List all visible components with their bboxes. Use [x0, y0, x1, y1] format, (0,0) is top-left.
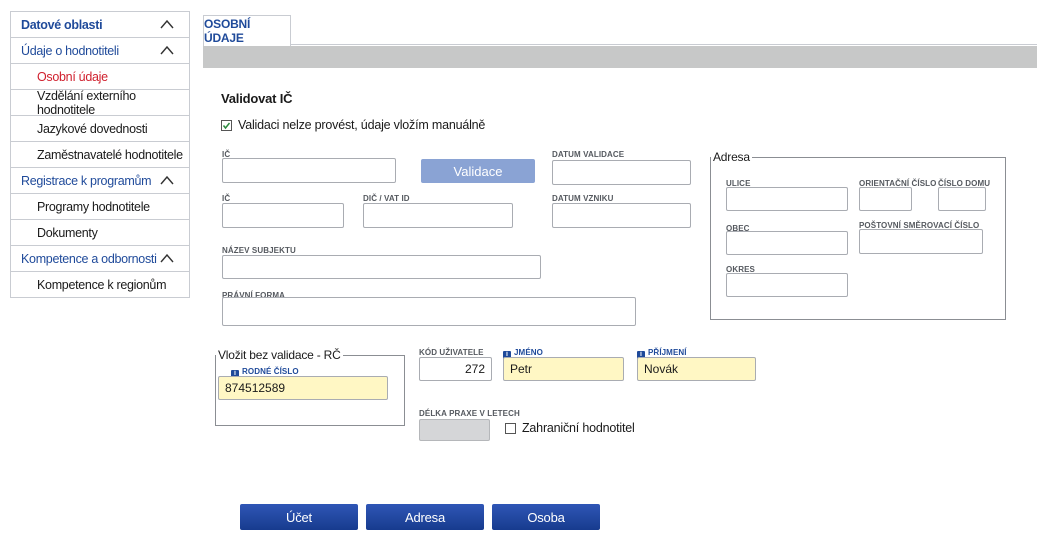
chevron-up-icon[interactable]: [159, 252, 175, 264]
sidebar-item-kompetence[interactable]: Kompetence a odbornosti: [11, 246, 189, 272]
dic-label: DIČ / VAT ID: [363, 194, 410, 203]
toolbar-strip: [203, 46, 1037, 68]
obec-input[interactable]: [726, 231, 848, 255]
cislo-domu-input[interactable]: [938, 187, 986, 211]
sidebar-item-label: Dokumenty: [37, 225, 98, 240]
psc-input[interactable]: [859, 229, 983, 254]
sidebar-item-osobni-udaje[interactable]: Osobní údaje: [11, 64, 189, 90]
ulice-input[interactable]: [726, 187, 848, 211]
rc-legend: Vložit bez validace - RČ: [218, 348, 341, 362]
datum-vzniku-label: DATUM VZNIKU: [552, 194, 614, 203]
manual-validation-checkbox[interactable]: Validaci nelze provést, údaje vložím man…: [221, 118, 485, 132]
sidebar-item-label: Jazykové dovednosti: [37, 121, 148, 136]
main-content: OSOBNÍ ÚDAJE Validovat IČ Validaci nelze…: [203, 11, 1037, 539]
datum-validace-label: DATUM VALIDACE: [552, 150, 625, 159]
sidebar-item-label: Datové oblasti: [21, 17, 103, 32]
sidebar-item-label: Registrace k programům: [21, 173, 152, 188]
sidebar-item-zamestnavatele[interactable]: Zaměstnavatelé hodnotitele: [11, 142, 189, 168]
adresa-button[interactable]: Adresa: [366, 504, 484, 530]
checkbox-unchecked-icon[interactable]: [505, 422, 516, 434]
datum-vzniku-input[interactable]: [552, 203, 691, 228]
checkbox-label: Validaci nelze provést, údaje vložím man…: [238, 118, 486, 132]
checkbox-label: Zahraniční hodnotitel: [522, 421, 635, 435]
sidebar-item-label: Kompetence k regionům: [37, 277, 167, 292]
section-title: Validovat IČ: [221, 91, 293, 106]
nazev-input[interactable]: [222, 255, 541, 279]
sidebar-item-dokumenty[interactable]: Dokumenty: [11, 220, 189, 246]
kod-uzivatele-label: KÓD UŽIVATELE: [419, 348, 484, 357]
kod-uzivatele-input[interactable]: 272: [419, 357, 492, 381]
dic-input[interactable]: [363, 203, 513, 228]
ic-input-2[interactable]: [222, 203, 344, 228]
sidebar-item-programy[interactable]: Programy hodnotitele: [11, 194, 189, 220]
sidebar-item-label: Vzdělání externího hodnotitele: [37, 88, 136, 117]
sidebar-item-jazykove-dovednosti[interactable]: Jazykové dovednosti: [11, 116, 189, 142]
ucet-button[interactable]: Účet: [240, 504, 358, 530]
sidebar-item-vzdelani[interactable]: Vzdělání externího hodnotitele: [11, 88, 189, 117]
datum-validace-input[interactable]: [552, 160, 691, 185]
checkbox-checked-icon[interactable]: [221, 119, 232, 131]
ic-label-2: IČ: [222, 194, 231, 203]
jmeno-input[interactable]: Petr: [503, 357, 624, 381]
sidebar: Datové oblasti Údaje o hodnotiteli Osobn…: [10, 11, 190, 298]
rodne-cislo-input[interactable]: 874512589: [218, 376, 388, 400]
sidebar-item-kompetence-regiony[interactable]: Kompetence k regionům: [11, 272, 189, 298]
delka-praxe-label: DÉLKA PRAXE V LETECH: [419, 409, 520, 418]
zahranicni-checkbox[interactable]: Zahraniční hodnotitel: [505, 421, 635, 435]
chevron-up-icon[interactable]: [159, 44, 175, 56]
ic-input[interactable]: [222, 158, 396, 183]
tab-bar: OSOBNÍ ÚDAJE: [203, 11, 1037, 46]
pravni-forma-input[interactable]: [222, 297, 636, 326]
chevron-up-icon[interactable]: [159, 18, 175, 30]
prijmeni-input[interactable]: Novák: [637, 357, 756, 381]
tab-osobni-udaje[interactable]: OSOBNÍ ÚDAJE: [203, 15, 291, 46]
sidebar-item-label: Programy hodnotitele: [37, 199, 150, 214]
sidebar-item-label: Zaměstnavatelé hodnotitele: [37, 147, 183, 162]
sidebar-item-udaje-o-hodnotiteli[interactable]: Údaje o hodnotiteli: [11, 38, 189, 64]
orientacni-input[interactable]: [859, 187, 912, 211]
sidebar-item-datove-oblasti[interactable]: Datové oblasti: [11, 12, 189, 38]
adresa-legend: Adresa: [713, 150, 750, 164]
sidebar-item-label: Osobní údaje: [37, 69, 108, 84]
sidebar-item-label: Kompetence a odbornosti: [21, 251, 157, 266]
jmeno-label-text: JMÉNO: [514, 348, 543, 357]
rodne-cislo-label-text: RODNÉ ČÍSLO: [242, 367, 299, 376]
okres-input[interactable]: [726, 273, 848, 297]
delka-praxe-input: [419, 419, 490, 441]
validate-button[interactable]: Validace: [421, 159, 535, 183]
prijmeni-label-text: PŘÍJMENÍ: [648, 348, 687, 357]
sidebar-item-label: Údaje o hodnotiteli: [21, 43, 119, 58]
chevron-up-icon[interactable]: [159, 174, 175, 186]
sidebar-item-registrace[interactable]: Registrace k programům: [11, 168, 189, 194]
nazev-label: NÁZEV SUBJEKTU: [222, 246, 296, 255]
osoba-button[interactable]: Osoba: [492, 504, 600, 530]
